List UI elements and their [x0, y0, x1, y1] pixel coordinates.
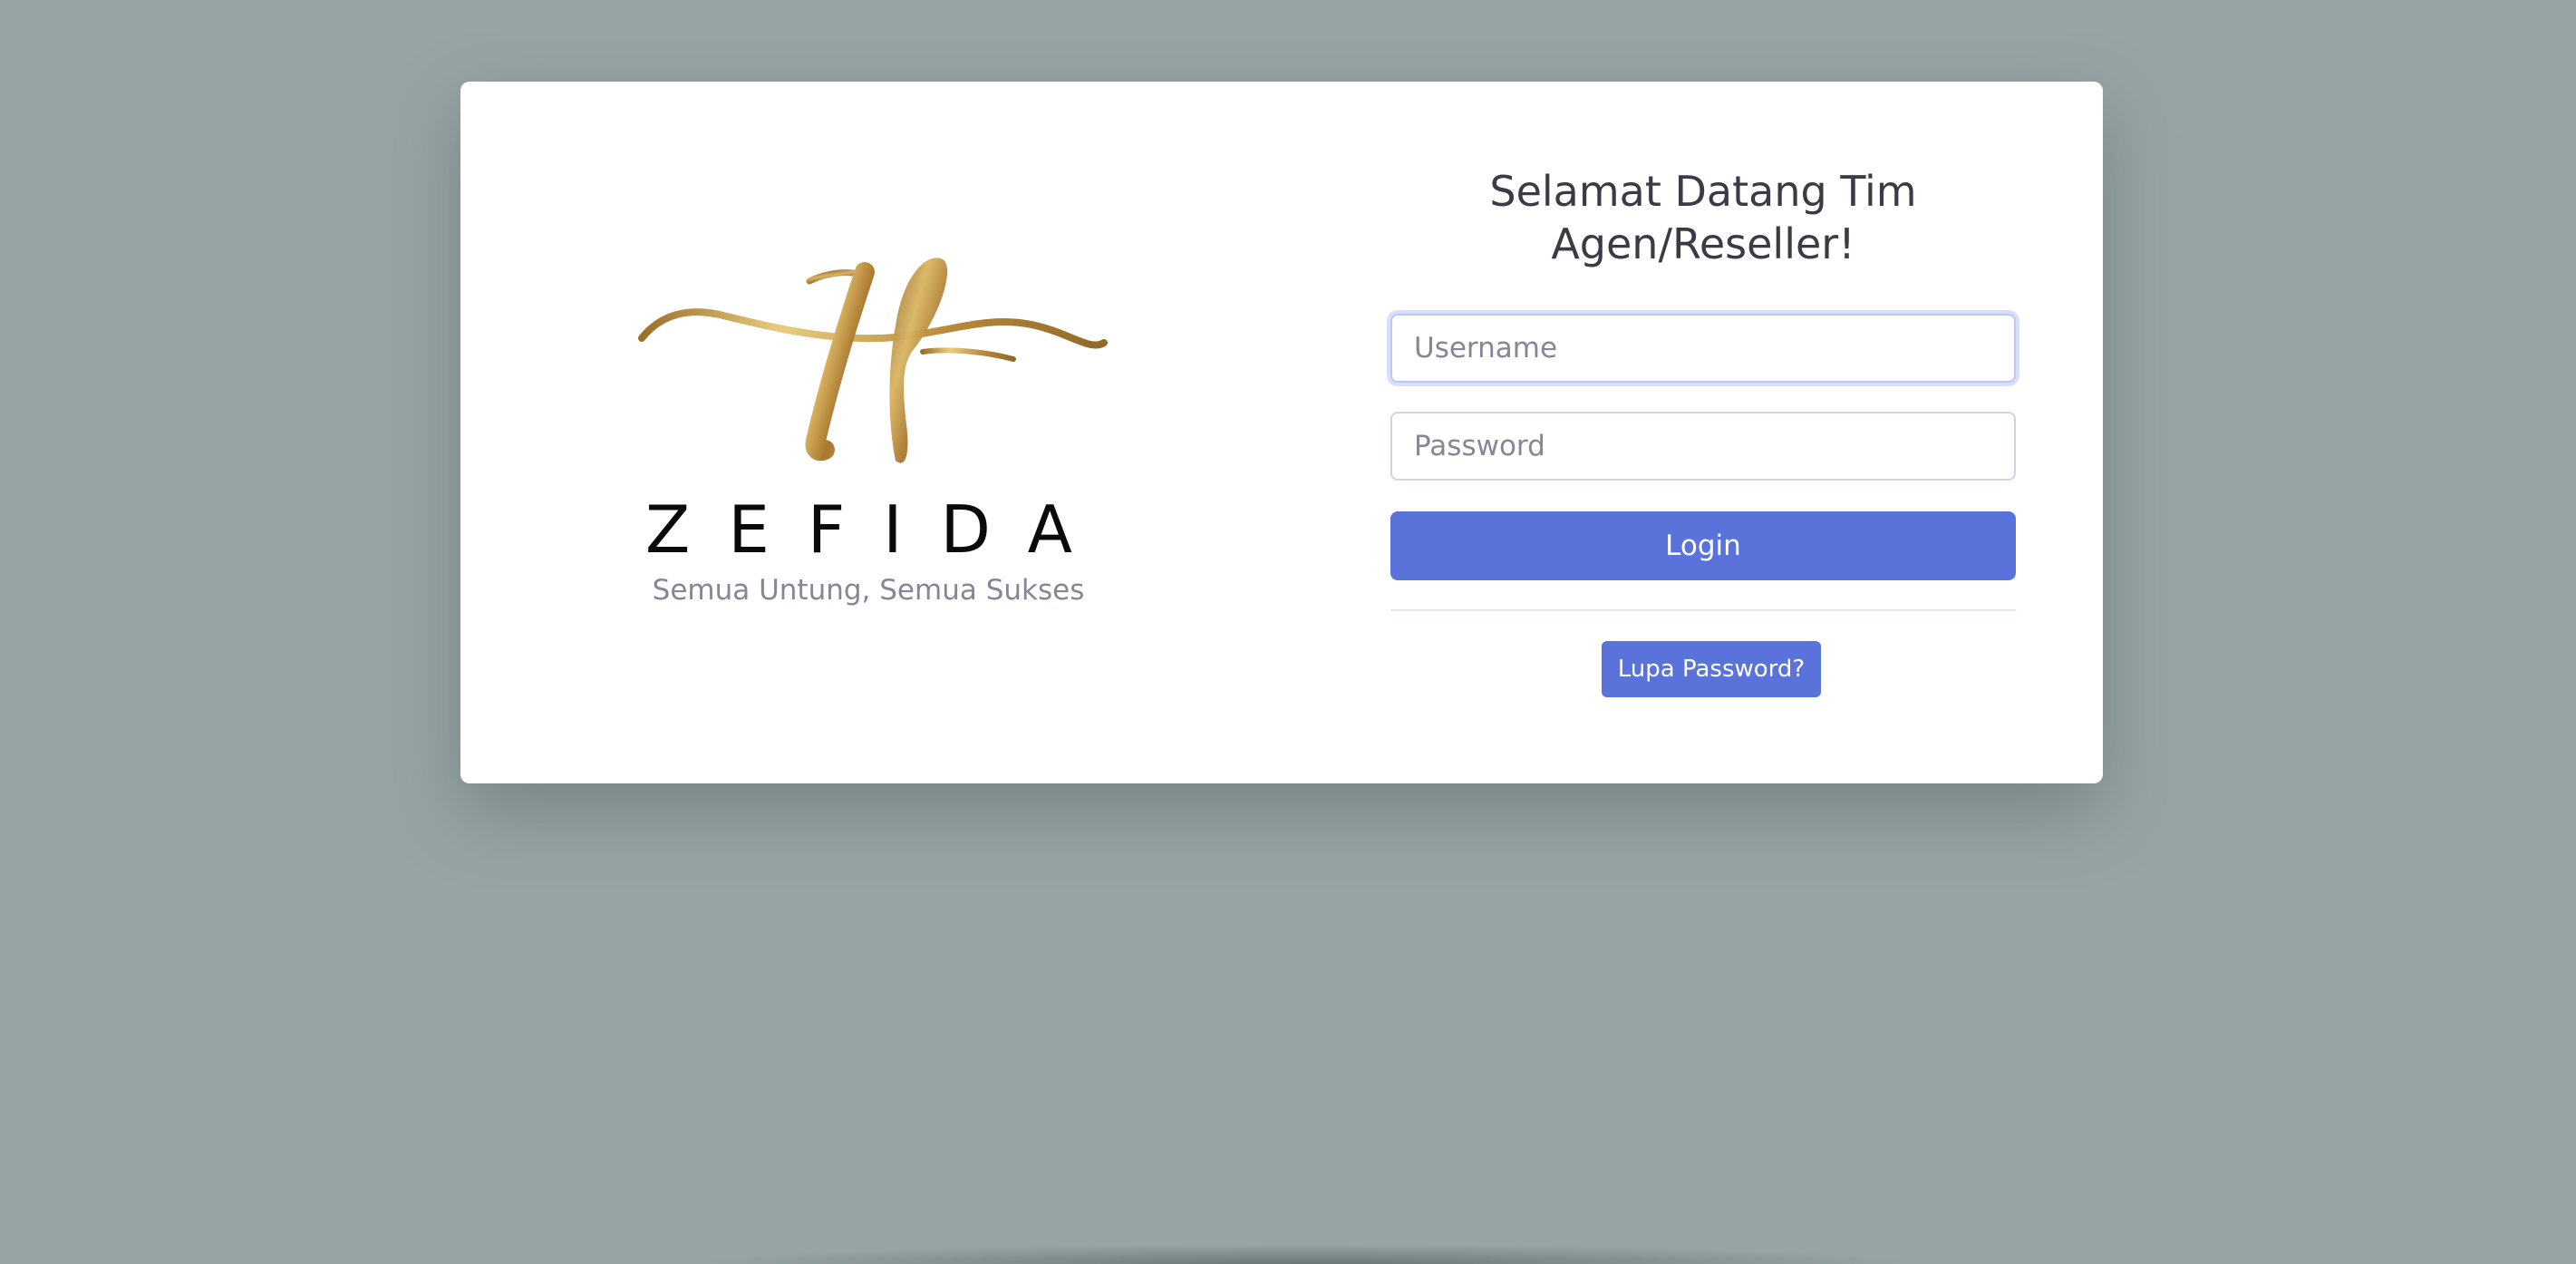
- login-card: ZEFIDA Semua Untung, Semua Sukses Selama…: [460, 82, 2103, 783]
- brand-panel: ZEFIDA Semua Untung, Semua Sukses: [460, 82, 1276, 783]
- brand-tagline: Semua Untung, Semua Sukses: [652, 574, 1085, 607]
- login-button[interactable]: Login: [1390, 511, 2016, 580]
- username-input[interactable]: [1390, 314, 2016, 383]
- zf-monogram-logo-icon: [638, 258, 1108, 463]
- background-shadow: [689, 1244, 1922, 1264]
- forgot-password-button[interactable]: Lupa Password?: [1602, 641, 1821, 697]
- divider: [1390, 609, 2016, 611]
- password-input[interactable]: [1390, 412, 2016, 481]
- welcome-heading: Selamat Datang Tim Agen/Reseller!: [1489, 167, 1917, 268]
- brand-name: ZEFIDA: [645, 491, 1110, 568]
- login-form: Selamat Datang Tim Agen/Reseller! Login …: [1390, 82, 2016, 783]
